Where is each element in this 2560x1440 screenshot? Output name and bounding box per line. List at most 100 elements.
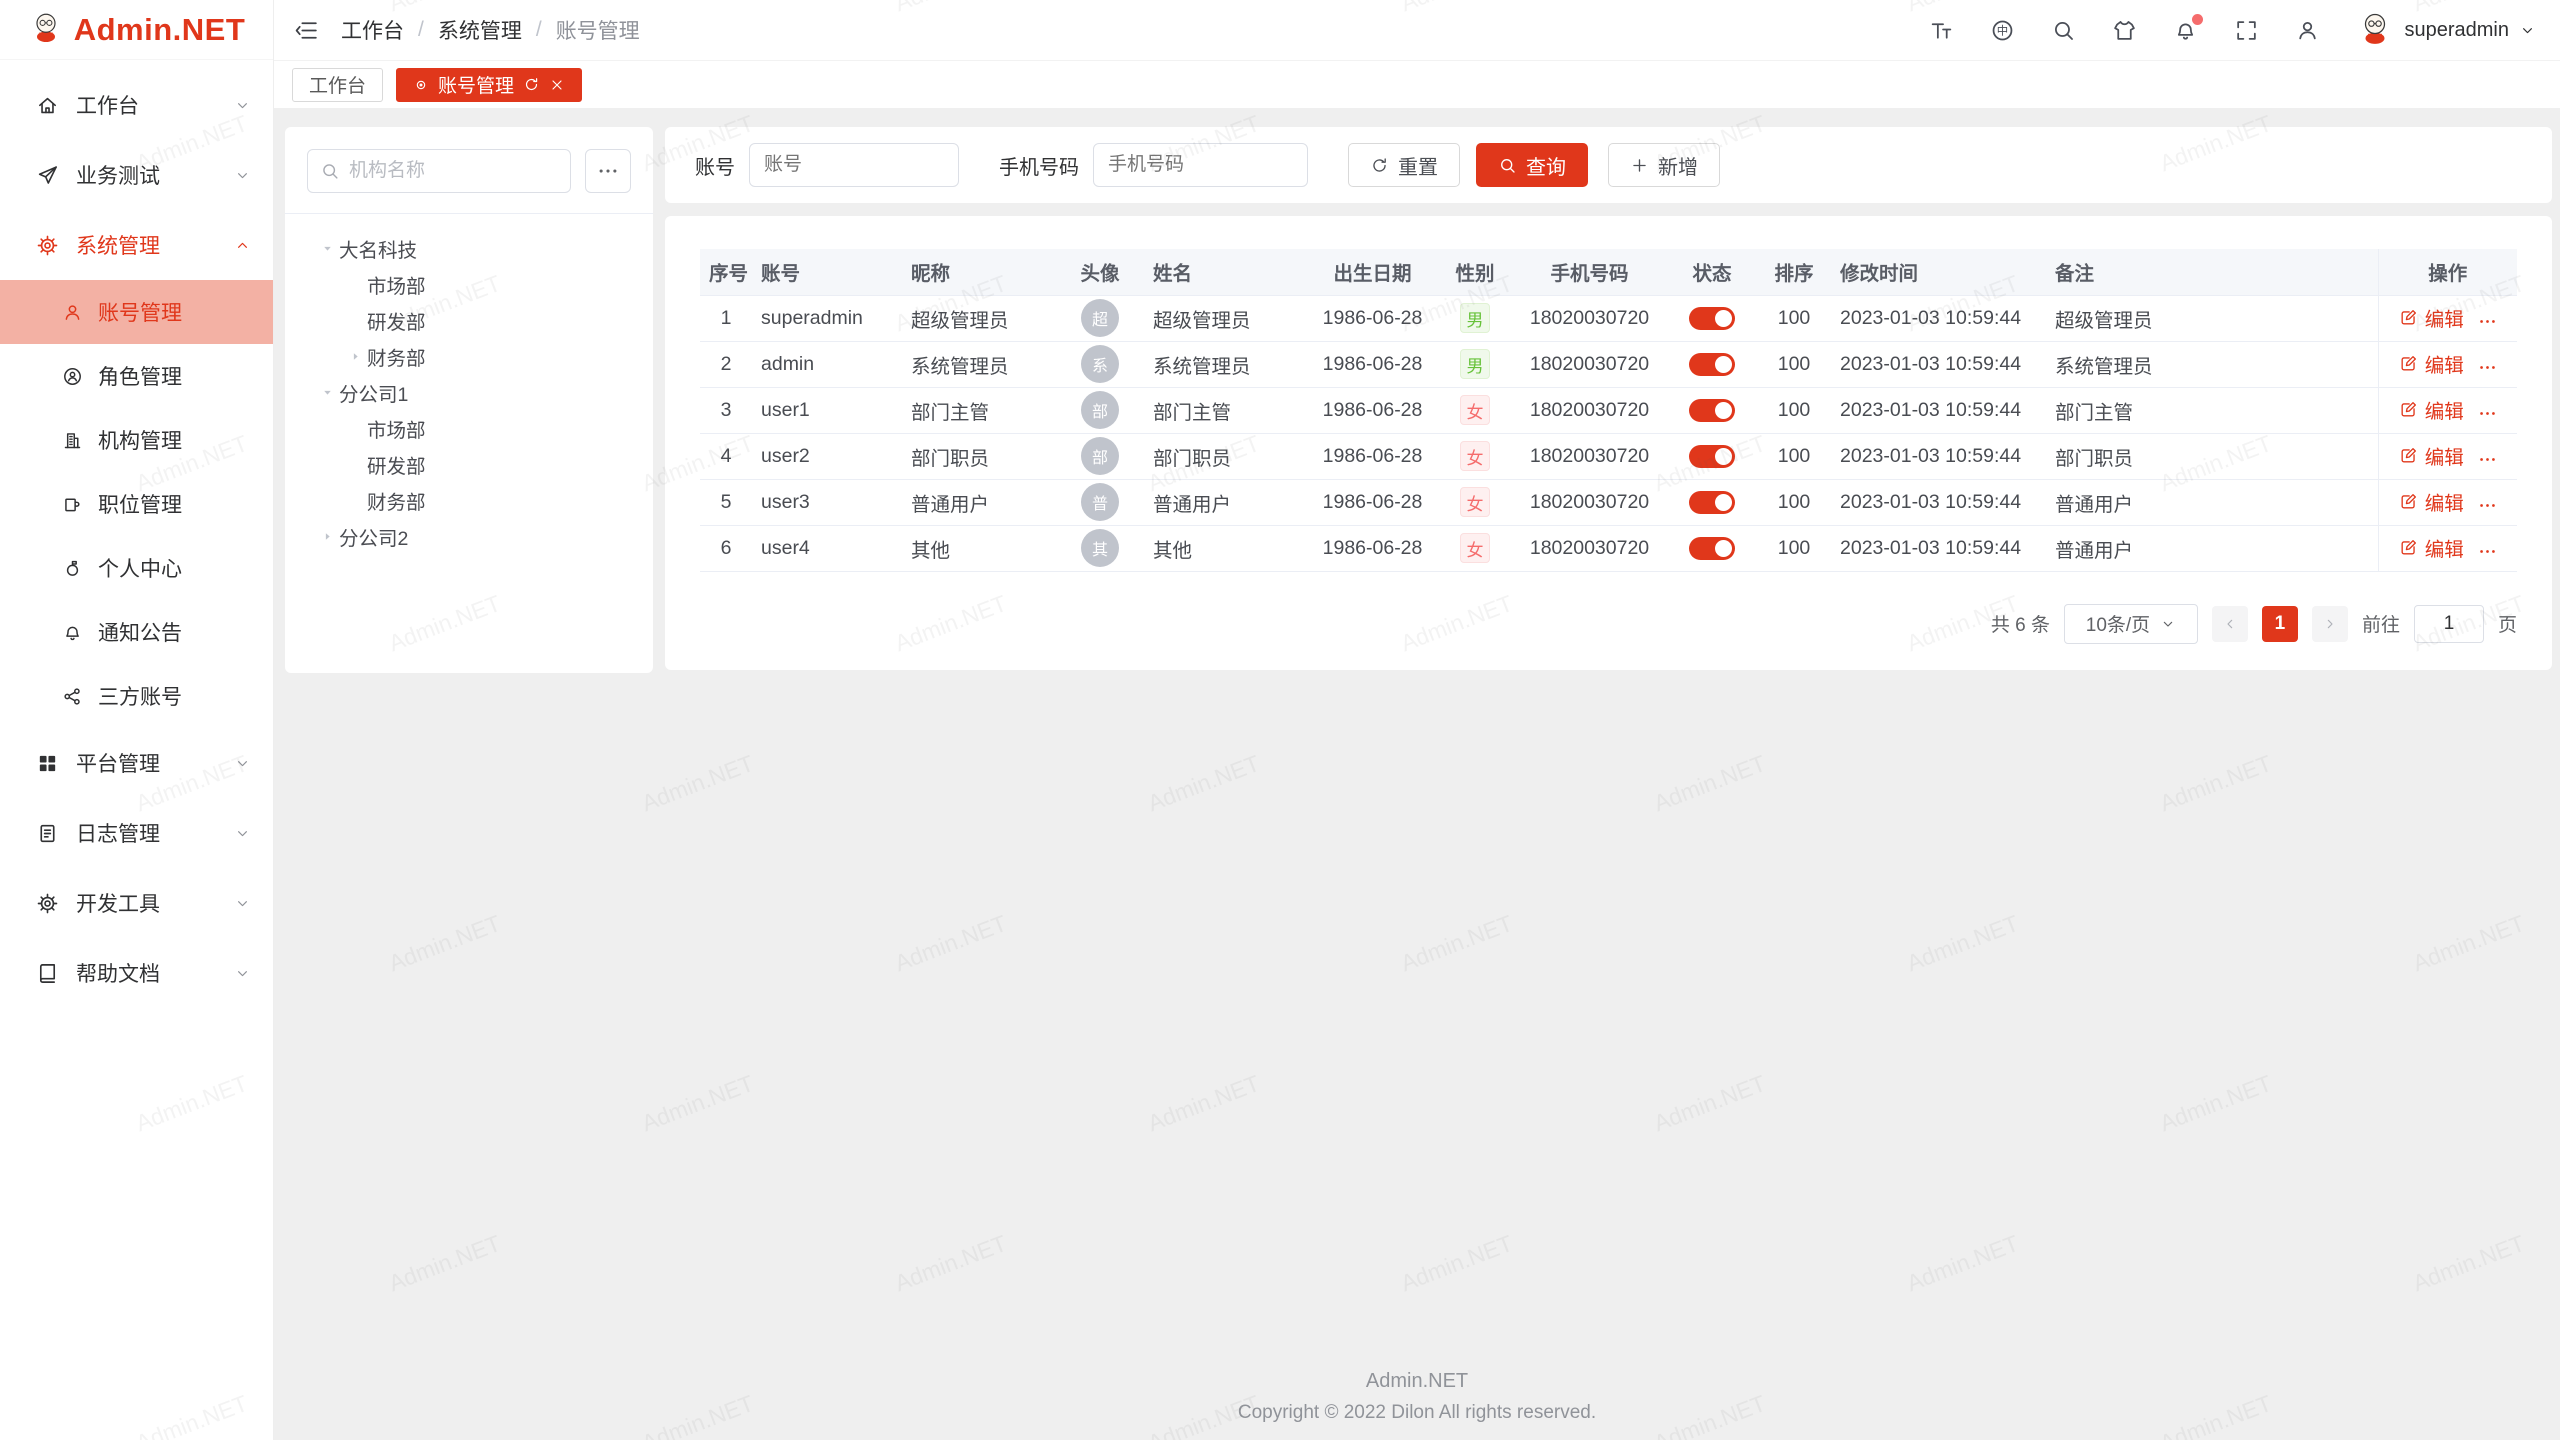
tree-node-市场部[interactable]: 市场部 [293, 410, 645, 446]
seq-cell: 4 [700, 433, 752, 479]
modified-cell: 2023-01-03 10:59:44 [1831, 479, 2046, 525]
tree-node-财务部[interactable]: 财务部 [293, 482, 645, 518]
phone-input[interactable] [1093, 143, 1308, 187]
sidebar-subitem-label: 职位管理 [98, 489, 182, 519]
org-tree: 大名科技市场部研发部财务部分公司1市场部研发部财务部分公司2 [285, 214, 653, 570]
tree-node-分公司1[interactable]: 分公司1 [293, 374, 645, 410]
edit-button[interactable]: 编辑 [2399, 395, 2464, 424]
org-more-button[interactable] [585, 149, 631, 193]
sidebar-item-帮助文档[interactable]: 帮助文档 [0, 938, 273, 1008]
status-toggle-on[interactable] [1689, 307, 1735, 330]
status-cell [1667, 295, 1757, 341]
tab-close-icon[interactable] [549, 77, 565, 93]
edit-button[interactable]: 编辑 [2399, 487, 2464, 516]
sidebar-subitem-三方账号[interactable]: 三方账号 [0, 664, 273, 728]
tab-2[interactable]: 账号管理 [396, 68, 582, 102]
send-icon [36, 164, 59, 187]
sidebar-subitem-label: 账号管理 [98, 297, 182, 327]
phone-cell: 18020030720 [1512, 433, 1667, 479]
sidebar-item-工作台[interactable]: 工作台 [0, 70, 273, 140]
avatar-cell: 部 [1056, 387, 1144, 433]
theme-shirt-button[interactable] [2112, 18, 2137, 43]
notification-bell-button[interactable] [2173, 18, 2198, 43]
breadcrumb-item[interactable]: 系统管理 [438, 15, 522, 45]
edit-button[interactable]: 编辑 [2399, 533, 2464, 562]
sidebar-subitem-通知公告[interactable]: 通知公告 [0, 600, 273, 664]
avatar: 超 [1081, 299, 1119, 337]
row-more-button[interactable] [2478, 358, 2497, 377]
menu-fold-icon[interactable] [294, 18, 319, 43]
tree-node-研发部[interactable]: 研发部 [293, 446, 645, 482]
tree-caret[interactable] [343, 350, 367, 363]
row-more-button[interactable] [2478, 404, 2497, 423]
edit-button[interactable]: 编辑 [2399, 349, 2464, 378]
tab-1[interactable]: 工作台 [292, 68, 383, 102]
edit-button[interactable]: 编辑 [2399, 441, 2464, 470]
font-size-button[interactable] [1929, 18, 1954, 43]
sidebar-item-平台管理[interactable]: 平台管理 [0, 728, 273, 798]
row-more-button[interactable] [2478, 542, 2497, 561]
search-button[interactable]: 查询 [1476, 143, 1588, 187]
sidebar-subitem-label: 角色管理 [98, 361, 182, 391]
breadcrumb-item[interactable]: 工作台 [341, 15, 404, 45]
tree-node-label: 研发部 [367, 306, 426, 335]
fullscreen-button[interactable] [2234, 18, 2259, 43]
status-toggle-on[interactable] [1689, 445, 1735, 468]
user-outline-button[interactable] [2295, 18, 2320, 43]
add-button[interactable]: 新增 [1608, 143, 1720, 187]
name-cell: 系统管理员 [1144, 341, 1307, 387]
tree-node-分公司2[interactable]: 分公司2 [293, 518, 645, 554]
row-more-button[interactable] [2478, 496, 2497, 515]
status-toggle-on[interactable] [1689, 537, 1735, 560]
tree-node-大名科技[interactable]: 大名科技 [293, 230, 645, 266]
plus-icon [1630, 156, 1649, 175]
reset-button[interactable]: 重置 [1348, 143, 1460, 187]
remark-cell: 部门主管 [2046, 387, 2378, 433]
sidebar-item-开发工具[interactable]: 开发工具 [0, 868, 273, 938]
sidebar-item-系统管理[interactable]: 系统管理 [0, 210, 273, 280]
sidebar-subitem-角色管理[interactable]: 角色管理 [0, 344, 273, 408]
column-header-seq: 序号 [700, 249, 752, 295]
prev-page-button[interactable] [2212, 606, 2248, 642]
chevron-down-icon [234, 895, 251, 912]
sidebar-subitem-个人中心[interactable]: 个人中心 [0, 536, 273, 600]
user-dropdown[interactable]: superadmin [2356, 9, 2536, 52]
page-size-select[interactable]: 10条/页 [2064, 604, 2198, 644]
row-more-button[interactable] [2478, 450, 2497, 469]
tab-refresh-icon[interactable] [523, 76, 540, 93]
sidebar-item-日志管理[interactable]: 日志管理 [0, 798, 273, 868]
status-toggle-on[interactable] [1689, 399, 1735, 422]
search-button[interactable] [2051, 18, 2076, 43]
tree-node-市场部[interactable]: 市场部 [293, 266, 645, 302]
more-ellipsis-icon [2478, 312, 2497, 331]
order-cell: 100 [1757, 479, 1831, 525]
breadcrumb-item[interactable]: 账号管理 [556, 15, 640, 45]
status-toggle-on[interactable] [1689, 353, 1735, 376]
next-page-button[interactable] [2312, 606, 2348, 642]
tree-node-label: 分公司2 [339, 522, 408, 551]
edit-button[interactable]: 编辑 [2399, 303, 2464, 332]
language-button[interactable]: 中 [1990, 18, 2015, 43]
nickname-cell: 普通用户 [902, 479, 1056, 525]
tree-node-财务部[interactable]: 财务部 [293, 338, 645, 374]
goto-page-input[interactable] [2414, 605, 2484, 643]
tree-caret[interactable] [315, 386, 339, 399]
status-toggle-on[interactable] [1689, 491, 1735, 514]
avatar: 部 [1081, 437, 1119, 475]
sidebar-subitem-label: 个人中心 [98, 553, 182, 583]
account-input[interactable] [749, 143, 959, 187]
row-more-button[interactable] [2478, 312, 2497, 331]
order-cell: 100 [1757, 341, 1831, 387]
tree-node-研发部[interactable]: 研发部 [293, 302, 645, 338]
org-search-input[interactable] [349, 160, 558, 182]
tab-label: 工作台 [309, 71, 366, 98]
sidebar-subitem-职位管理[interactable]: 职位管理 [0, 472, 273, 536]
current-page-button[interactable]: 1 [2262, 606, 2298, 642]
sidebar-item-业务测试[interactable]: 业务测试 [0, 140, 273, 210]
sidebar-subitem-账号管理[interactable]: 账号管理 [0, 280, 273, 344]
tree-caret[interactable] [315, 242, 339, 255]
table-row: 1superadmin超级管理员超超级管理员1986-06-28男1802003… [700, 295, 2517, 341]
sidebar-subitem-机构管理[interactable]: 机构管理 [0, 408, 273, 472]
remark-cell: 普通用户 [2046, 525, 2378, 571]
tree-caret[interactable] [315, 530, 339, 543]
